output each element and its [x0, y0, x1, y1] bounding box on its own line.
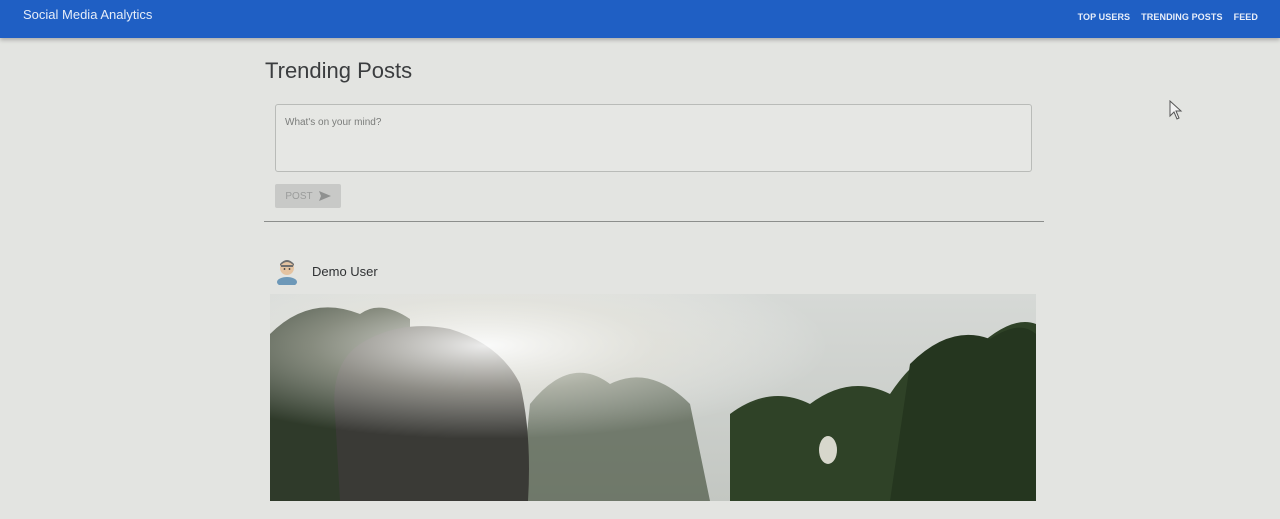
post-header: Demo User: [276, 257, 378, 285]
avatar-icon[interactable]: [276, 257, 298, 285]
divider: [264, 221, 1044, 222]
nav-top-users[interactable]: TOP USERS: [1078, 12, 1131, 22]
mouse-cursor-icon: [1169, 100, 1183, 120]
nav-feed[interactable]: FEED: [1234, 12, 1258, 22]
app-title[interactable]: Social Media Analytics: [23, 7, 152, 22]
send-icon: [318, 191, 331, 201]
app-bar: Social Media Analytics TOP USERS TRENDIN…: [0, 0, 1280, 38]
post-photo[interactable]: [270, 294, 1036, 501]
post-button-label: POST: [285, 190, 313, 202]
page-title: Trending Posts: [265, 58, 413, 83]
post-button[interactable]: POST: [275, 184, 341, 208]
post-input[interactable]: [276, 105, 1031, 171]
post-author[interactable]: Demo User: [312, 264, 378, 279]
nav-links: TOP USERS TRENDING POSTS FEED: [1078, 12, 1258, 22]
post-composer: [275, 104, 1032, 172]
post-photo-graphic: [270, 294, 1036, 501]
nav-trending-posts[interactable]: TRENDING POSTS: [1141, 12, 1222, 22]
